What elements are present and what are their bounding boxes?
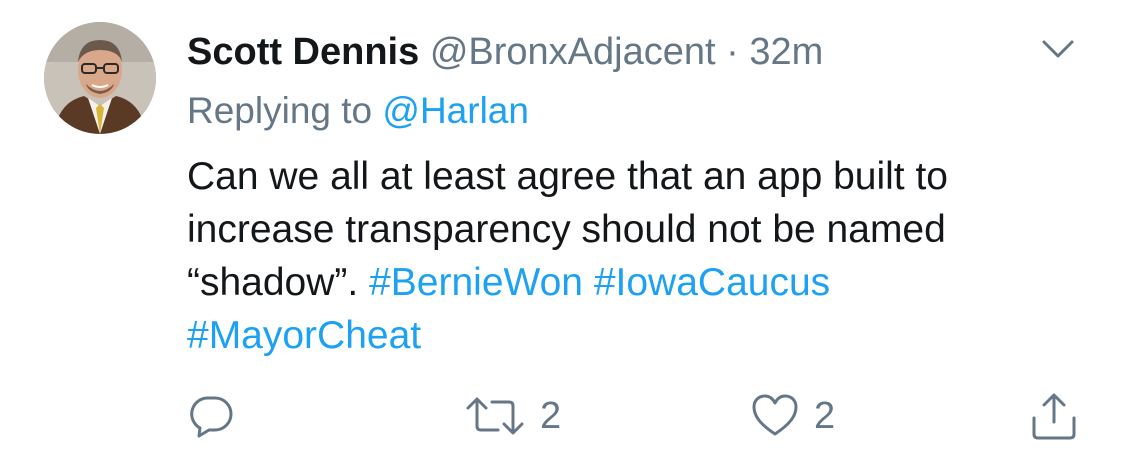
tweet-text-line: “shadow”. #BernieWon #IowaCaucus (187, 256, 1087, 309)
like-count: 2 (814, 394, 836, 437)
tweet-actions: 2 2 (0, 388, 1125, 448)
like-button[interactable]: 2 (750, 388, 835, 444)
timestamp[interactable]: 32m (749, 31, 823, 73)
author-name[interactable]: Scott Dennis (187, 31, 419, 73)
replying-to: Replying to @Harlan (187, 87, 529, 135)
avatar-image (44, 22, 156, 134)
share-icon (1032, 393, 1076, 440)
replying-to-handle[interactable]: @Harlan (382, 90, 529, 131)
hashtag-link[interactable]: #MayorCheat (187, 314, 421, 357)
tweet-text-line: #MayorCheat (187, 309, 1087, 362)
avatar[interactable] (44, 22, 156, 134)
retweet-icon (466, 397, 524, 435)
tweet-text-line: increase transparency should not be name… (187, 208, 946, 251)
retweet-button[interactable]: 2 (464, 388, 561, 444)
replying-prefix: Replying to (187, 90, 373, 131)
tweet-text-line: Can we all at least agree that an app bu… (187, 155, 948, 198)
reply-button[interactable] (187, 388, 235, 444)
hashtag-link[interactable]: #IowaCaucus (594, 261, 830, 304)
tweet-header: Scott Dennis @BronxAdjacent · 32m (187, 27, 823, 77)
separator: · (726, 31, 739, 73)
author-handle[interactable]: @BronxAdjacent (430, 31, 716, 73)
heart-icon (752, 394, 798, 436)
retweet-count: 2 (540, 394, 562, 437)
tweet-text: Can we all at least agree that an app bu… (187, 150, 1087, 362)
share-button[interactable] (1030, 388, 1078, 444)
reply-icon (190, 396, 233, 438)
chevron-down-icon[interactable] (1038, 34, 1078, 64)
hashtag-link[interactable]: #BernieWon (369, 261, 583, 304)
tweet-text-fragment: “shadow”. (187, 261, 359, 304)
tweet[interactable]: Scott Dennis @BronxAdjacent · 32m Replyi… (0, 0, 1125, 467)
